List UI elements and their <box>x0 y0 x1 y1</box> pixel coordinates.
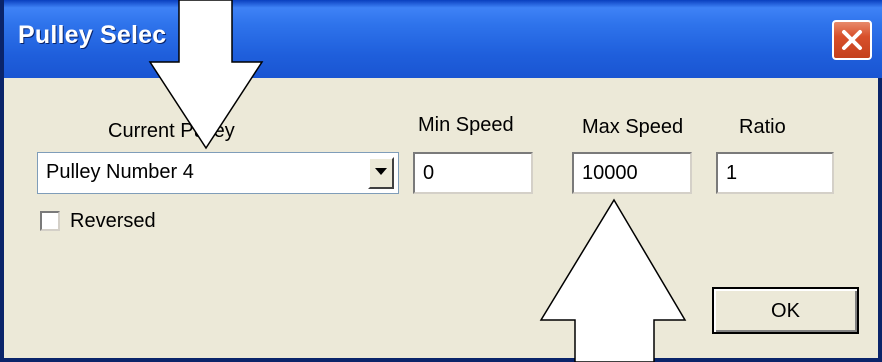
close-button[interactable] <box>832 20 872 60</box>
ratio-input[interactable]: 1 <box>716 152 834 194</box>
window-title: Pulley Selec <box>18 21 167 49</box>
min-speed-label: Min Speed <box>418 114 514 136</box>
reversed-checkbox[interactable] <box>40 211 60 231</box>
ratio-label: Ratio <box>739 116 786 138</box>
ok-button[interactable]: OK <box>712 287 859 334</box>
ratio-value: 1 <box>726 162 738 184</box>
dropdown-button[interactable] <box>368 157 394 189</box>
max-speed-value: 10000 <box>582 162 638 184</box>
close-icon <box>842 30 862 50</box>
min-speed-input[interactable]: 0 <box>413 152 533 194</box>
max-speed-label: Max Speed <box>582 116 684 138</box>
title-bar[interactable]: Pulley Selec <box>4 0 882 78</box>
current-pulley-select[interactable]: Pulley Number 4 <box>37 152 399 194</box>
max-speed-input[interactable]: 10000 <box>572 152 692 194</box>
reversed-label[interactable]: Reversed <box>70 210 156 233</box>
min-speed-value: 0 <box>423 162 435 184</box>
current-pulley-label: Current Pulley <box>108 120 235 142</box>
chevron-down-icon <box>375 168 387 175</box>
current-pulley-value: Pulley Number 4 <box>46 161 194 183</box>
ok-button-label: OK <box>771 300 800 322</box>
pulley-select-window: Pulley Selec Current Pulley Min Speed Ma… <box>0 0 882 362</box>
